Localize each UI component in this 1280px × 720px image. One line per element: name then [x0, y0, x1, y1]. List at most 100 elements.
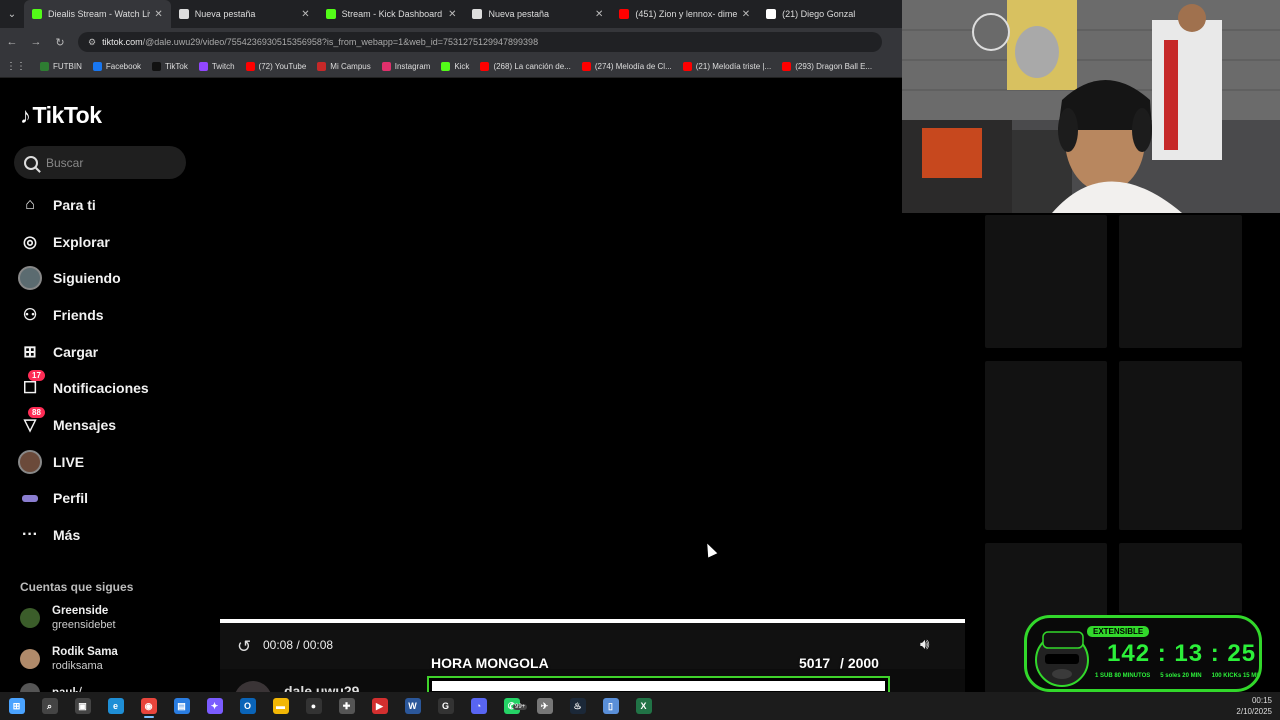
taskbar-button[interactable]: ✈ — [528, 692, 561, 720]
tiktok-logo[interactable]: ♪ TikTok — [20, 102, 102, 129]
taskbar-button[interactable]: ▶ — [363, 692, 396, 720]
tab-search-menu-icon[interactable]: ⌄ — [0, 0, 24, 28]
video-thumbnail[interactable] — [985, 361, 1107, 530]
bookmark-item[interactable]: FUTBIN — [40, 62, 82, 71]
goal-target: / 2000 — [840, 655, 879, 671]
bookmark-item[interactable]: (293) Dragon Ball E... — [782, 62, 872, 71]
bookmark-item[interactable]: Facebook — [92, 62, 141, 71]
taskbar-button[interactable]: ⌕ — [33, 692, 66, 720]
bookmark-icon — [581, 62, 591, 71]
taskbar-button[interactable]: ⊞ — [0, 692, 33, 720]
close-tab-icon[interactable]: ✕ — [595, 9, 603, 20]
site-info-icon[interactable]: ⚙ — [88, 37, 96, 48]
followed-account[interactable]: Rodik Sama rodiksama — [20, 645, 118, 673]
video-thumbnail[interactable] — [1119, 543, 1242, 613]
nav-item-upload[interactable]: ⊞ Cargar — [18, 340, 98, 364]
bookmark-item[interactable]: (21) Melodía triste |... — [682, 62, 771, 71]
tiktok-sidebar: ♪ TikTok Buscar ⌂ Para ti ◎ Explorar Siguien… — [0, 80, 200, 703]
kick-icon — [325, 9, 336, 19]
app-rocket-icon: ✈ — [536, 698, 553, 714]
followed-account[interactable]: Greenside greensidebet — [20, 604, 116, 632]
close-tab-icon[interactable]: ✕ — [448, 9, 456, 20]
goal-count: 5017 / 2000 — [799, 655, 879, 671]
volume-icon[interactable]: 🔊︎ — [920, 636, 929, 653]
nav-item-messages[interactable]: ▽ 88 Mensajes — [18, 407, 116, 437]
nav-item-home[interactable]: ⌂ Para ti — [18, 193, 96, 217]
clock-time: 00:15 — [1251, 696, 1272, 705]
browser-tab[interactable]: Nueva pestaña ✕ — [171, 0, 318, 28]
taskbar-button[interactable]: W — [396, 692, 429, 720]
subathon-timer: EXTENSIBLE 142 : 13 : 25 1 SUB 80 MINUTO… — [1024, 615, 1262, 692]
whatsapp-badge: 99+ — [513, 704, 528, 710]
nav-item-live-avatar[interactable]: LIVE — [18, 450, 84, 474]
account-text: Rodik Sama rodiksama — [52, 645, 118, 673]
author-name[interactable]: dale.uwu29 — [284, 683, 359, 692]
taskbar-button[interactable]: ♨ — [561, 692, 594, 720]
nav-item-more[interactable]: ··· Más — [18, 523, 80, 547]
system-clock[interactable]: 00:15 2/10/2025 — [1236, 695, 1272, 717]
bookmark-item[interactable]: Mi Campus — [317, 62, 371, 71]
browser-tab[interactable]: Stream - Kick Dashboard ✕ — [318, 0, 465, 28]
timer-badge: EXTENSIBLE — [1087, 626, 1150, 637]
address-bar[interactable]: ⚙ tiktok.com /@dale.uwu29/video/75542369… — [78, 32, 882, 52]
close-tab-icon[interactable]: ✕ — [742, 9, 750, 20]
bookmark-label: Twitch — [211, 62, 235, 71]
forward-icon[interactable]: → — [24, 36, 48, 48]
bookmark-item[interactable]: (72) YouTube — [245, 62, 306, 71]
taskbar-button[interactable]: ✦ — [198, 692, 231, 720]
bookmark-item[interactable]: Kick — [441, 62, 469, 71]
tab-label: Nueva pestaña — [194, 9, 256, 19]
bookmark-item[interactable]: (274) Melodía de Cl... — [581, 62, 672, 71]
chrome-icon — [472, 9, 483, 19]
nav-item-notifications[interactable]: ☐ 17 Notificaciones — [18, 370, 149, 400]
back-icon[interactable]: ← — [0, 36, 24, 48]
nav-item-following-avatar[interactable]: Siguiendo — [18, 266, 121, 290]
reload-icon[interactable]: ↻ — [48, 36, 72, 49]
bookmark-item[interactable]: Instagram — [381, 62, 430, 71]
profile-icon — [18, 486, 42, 510]
video-player[interactable] — [220, 80, 965, 620]
bookmark-icon — [782, 62, 792, 71]
search-input[interactable]: Buscar — [14, 146, 186, 179]
outlook-icon: O — [239, 698, 256, 714]
video-thumbnail[interactable] — [1119, 215, 1242, 348]
taskbar-button[interactable]: G — [429, 692, 462, 720]
nav-item-profile[interactable]: Perfil — [18, 486, 88, 510]
close-tab-icon[interactable]: ✕ — [154, 9, 162, 20]
taskbar-button[interactable]: ▬ — [264, 692, 297, 720]
taskbar-button[interactable]: ● — [297, 692, 330, 720]
apps-grid-icon[interactable]: ⋮⋮ — [6, 61, 26, 72]
taskbar-button[interactable]: ▯ — [594, 692, 627, 720]
bookmark-item[interactable]: Twitch — [198, 62, 235, 71]
close-tab-icon[interactable]: ✕ — [301, 9, 309, 20]
browser-tab[interactable]: Nueva pestaña ✕ — [464, 0, 611, 28]
taskbar-button[interactable]: ✚ — [330, 692, 363, 720]
browser-tab[interactable]: Diealis Stream - Watch Live on K ✕ — [23, 0, 171, 28]
taskbar-button[interactable]: O — [231, 692, 264, 720]
nav-item-friends[interactable]: ⚇ Friends — [18, 303, 104, 327]
bookmark-item[interactable]: (268) La canción de... — [480, 62, 571, 71]
taskbar-button[interactable]: ◉ — [132, 692, 165, 720]
notification-badge: 17 — [28, 370, 45, 381]
bookmark-icon — [40, 62, 49, 71]
windows-taskbar: ⊞ ⌕ ▣ e ◉ ▤ ✦ O ▬ ● ✚ ▶ W G ◔ ✆ 99+ ✈ ♨ ▯ X — [0, 692, 1280, 720]
taskbar-button[interactable]: ▤ — [165, 692, 198, 720]
taskbar-button[interactable]: ◔ — [462, 692, 495, 720]
replay-icon[interactable]: ↺ — [237, 637, 251, 657]
bookmark-item[interactable]: TikTok — [152, 62, 188, 71]
nav-item-compass[interactable]: ◎ Explorar — [18, 230, 110, 254]
timer-rules: 1 SUB 80 MINUTOS 5 soles 20 MIN 100 KICKs … — [1095, 673, 1259, 679]
video-thumbnail[interactable] — [985, 215, 1107, 348]
account-avatar — [20, 608, 40, 628]
gamepad-icon: ✚ — [338, 698, 355, 714]
taskbar-button[interactable]: X — [627, 692, 660, 720]
browser-tab[interactable]: (21) Diego Gonzal — [758, 0, 905, 28]
taskbar-button[interactable]: ✆ 99+ — [495, 692, 528, 720]
browser-tab[interactable]: (451) Zion y lennox- dime cuan ✕ — [611, 0, 758, 28]
author-avatar[interactable] — [234, 681, 272, 692]
taskbar-button[interactable]: e — [99, 692, 132, 720]
taskbar-button[interactable]: ▣ — [66, 692, 99, 720]
steam-icon: ♨ — [569, 698, 586, 714]
app-doc-icon: ▯ — [602, 698, 619, 714]
video-thumbnail[interactable] — [1119, 361, 1242, 530]
